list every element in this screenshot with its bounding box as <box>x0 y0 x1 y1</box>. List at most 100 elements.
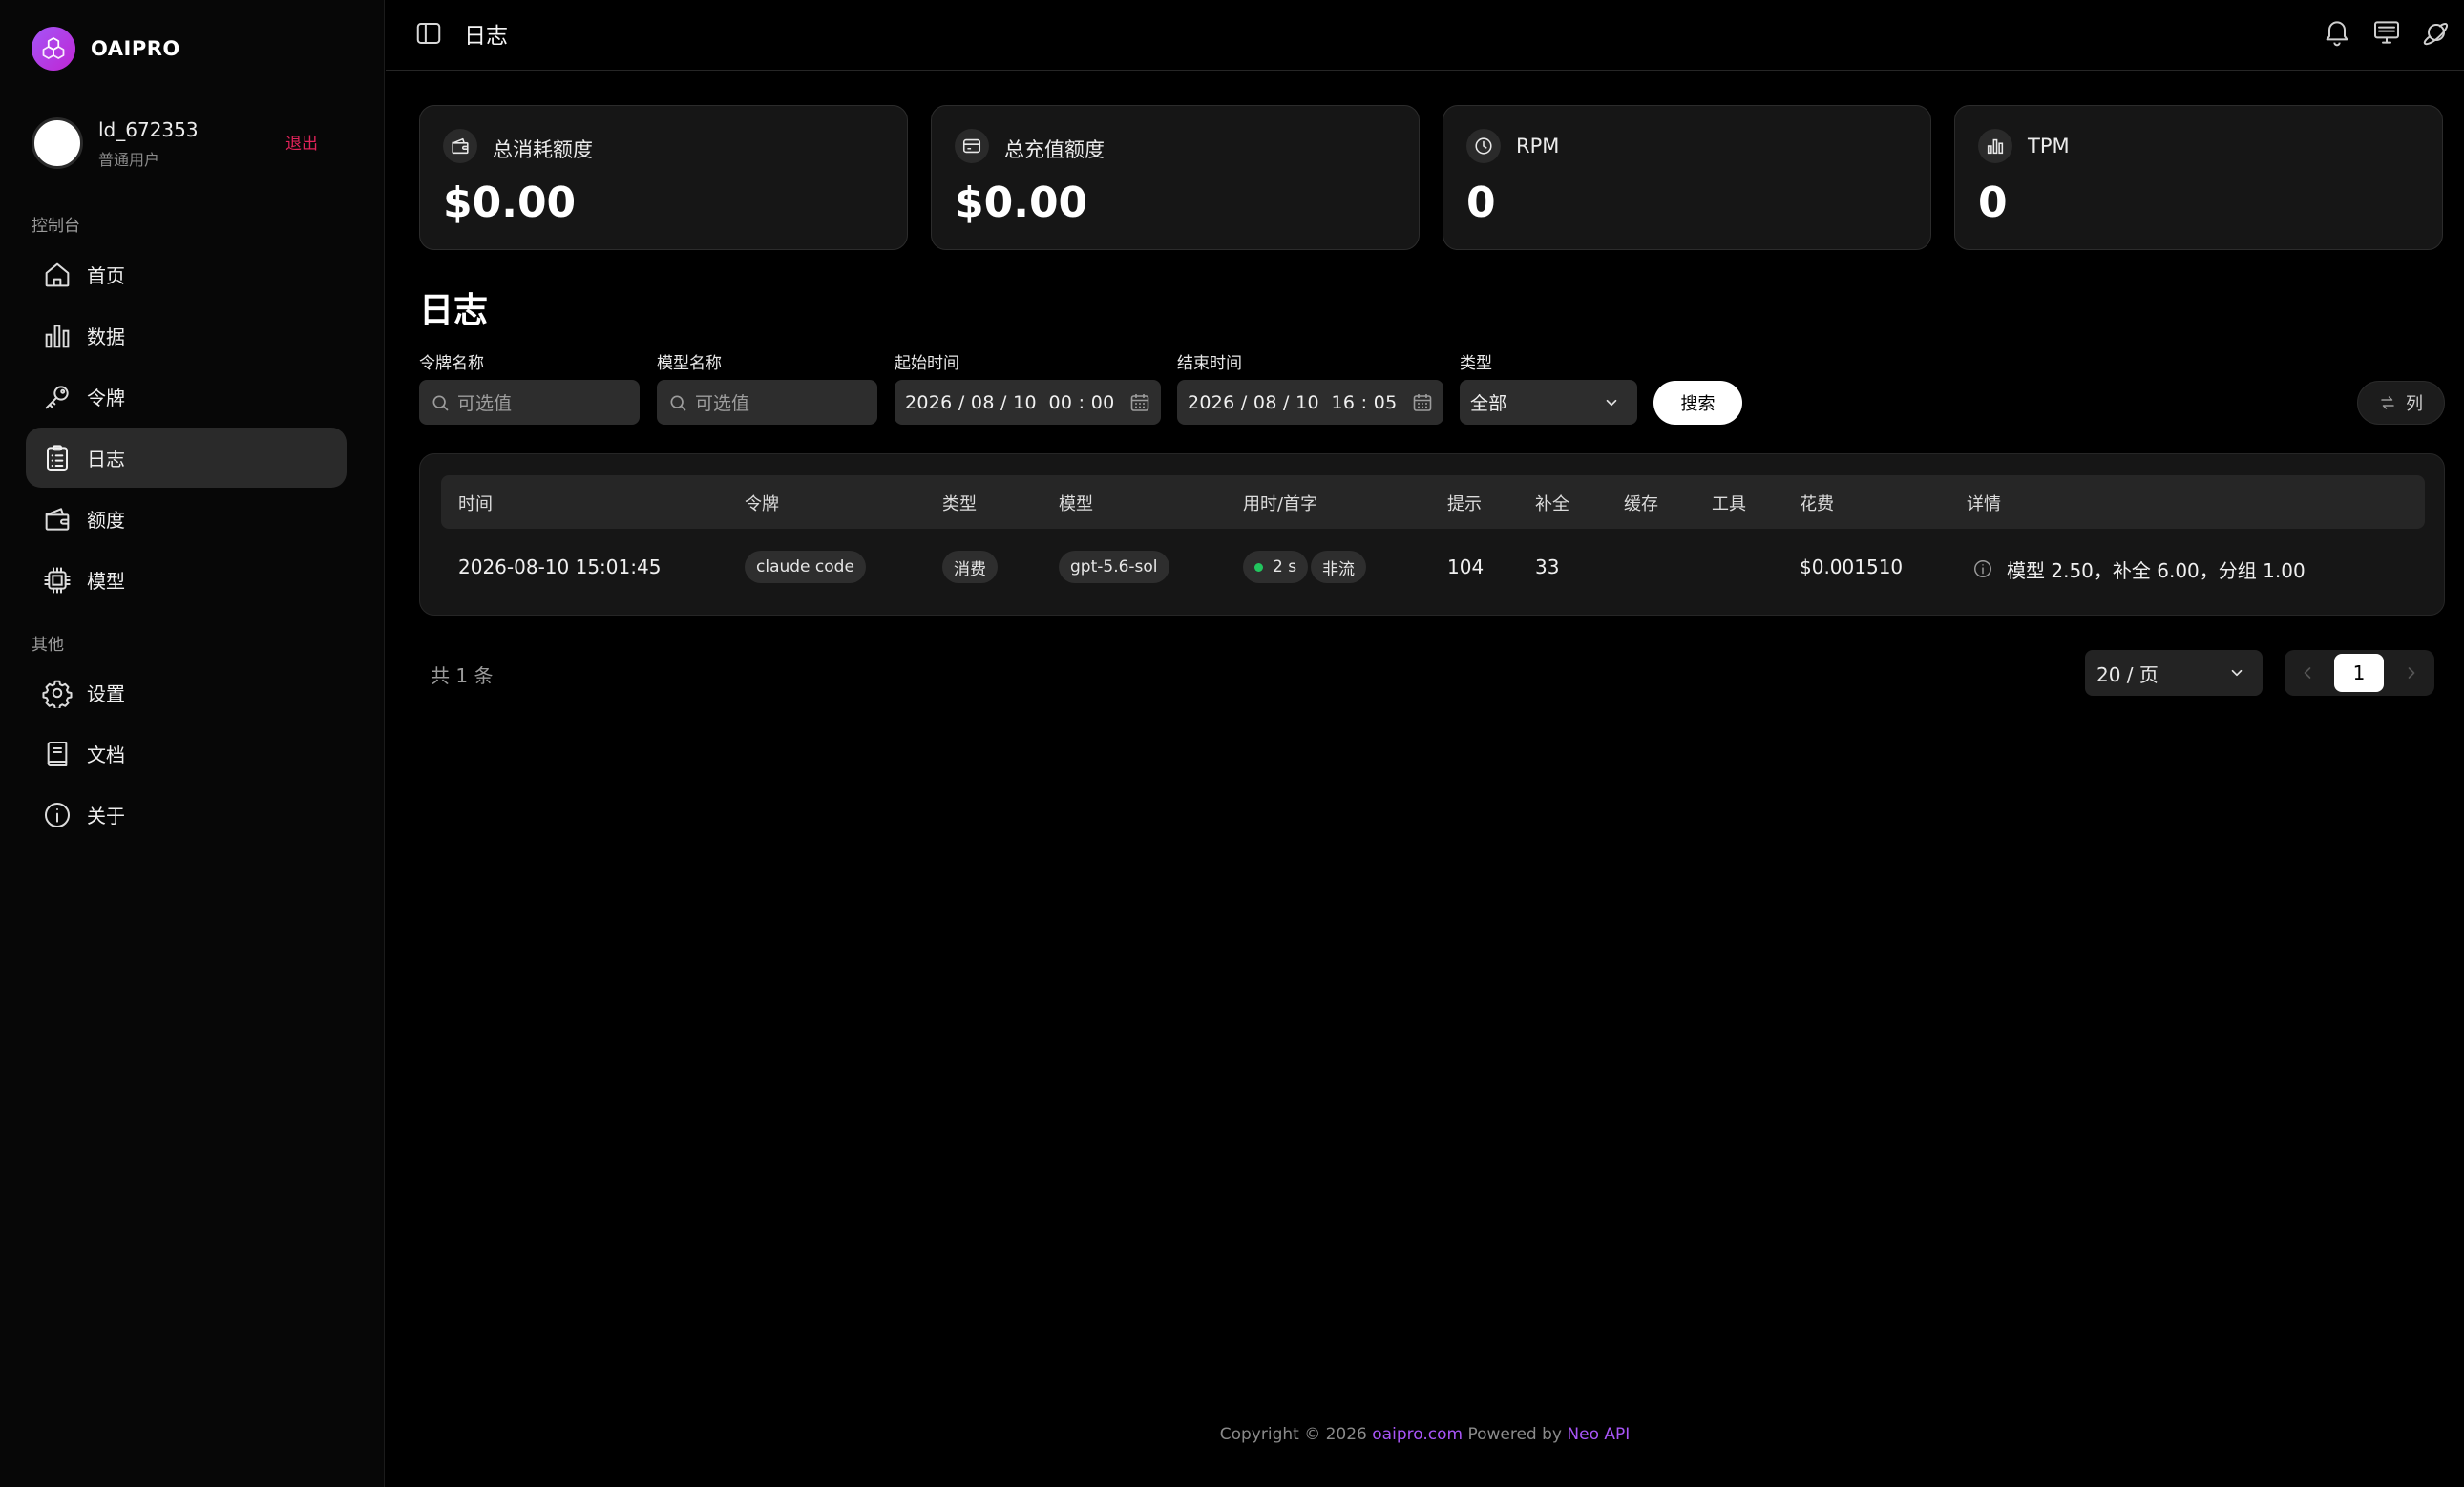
chevron-down-icon <box>2228 664 2245 681</box>
avatar[interactable] <box>32 117 83 169</box>
stat-value: 0 <box>1466 178 1496 227</box>
sidebar-item-models[interactable]: 模型 <box>26 550 347 610</box>
credit-card-icon <box>955 129 989 163</box>
monitor-icon[interactable] <box>2371 17 2402 48</box>
token-name-label: 令牌名称 <box>419 354 484 373</box>
cell-prompt: 104 <box>1447 555 1485 578</box>
type-select[interactable]: 全部 <box>1460 380 1637 425</box>
columns-button[interactable]: 列 <box>2357 381 2445 425</box>
sidebar-item-label: 令牌 <box>87 387 125 409</box>
columns-button-label: 列 <box>2406 394 2423 414</box>
footer-site-link[interactable]: oaipro.com <box>1372 1425 1463 1444</box>
cell-completion: 33 <box>1535 555 1560 578</box>
stat-card-rpm: RPM 0 <box>1443 105 1931 250</box>
model-name-input[interactable]: 可选值 <box>657 380 877 425</box>
calendar-icon[interactable] <box>1128 391 1151 414</box>
brand[interactable]: OAIPRO <box>32 27 180 71</box>
cell-detail: 模型 2.50，补全 6.00，分组 1.00 <box>2007 559 2306 582</box>
footer-powered-link[interactable]: Neo API <box>1567 1425 1630 1444</box>
column-header[interactable]: 提示 <box>1447 491 1482 515</box>
column-header[interactable]: 工具 <box>1712 491 1746 515</box>
cpu-icon <box>42 565 73 596</box>
search-icon <box>431 393 450 412</box>
column-header[interactable]: 补全 <box>1535 491 1569 515</box>
calendar-icon[interactable] <box>1411 391 1434 414</box>
bell-icon[interactable] <box>2322 17 2352 48</box>
sidebar-item-quota[interactable]: 额度 <box>26 489 347 549</box>
column-header[interactable]: 用时/首字 <box>1243 491 1317 515</box>
column-header[interactable]: 时间 <box>458 491 493 515</box>
info-icon[interactable] <box>1972 558 1993 579</box>
chevron-down-icon <box>1603 394 1620 411</box>
stat-label: RPM <box>1516 135 1560 157</box>
planet-icon[interactable] <box>2421 17 2452 48</box>
status-dot <box>1254 562 1263 572</box>
stat-label: 总充值额度 <box>1004 138 1105 161</box>
cell-cost: $0.001510 <box>1800 555 1904 578</box>
type-tag: 消费 <box>942 551 998 583</box>
topbar: 日志 <box>386 0 2464 71</box>
book-icon <box>42 739 73 769</box>
wallet-icon <box>443 129 477 163</box>
page-size-value: 20 / 页 <box>2096 662 2159 686</box>
stat-value: $0.00 <box>443 178 577 227</box>
chevron-left-icon[interactable] <box>2298 663 2317 682</box>
footer-copyright: Copyright © 2026 <box>1219 1425 1373 1444</box>
openai-logo-icon <box>32 27 75 71</box>
column-header[interactable]: 缓存 <box>1624 491 1658 515</box>
stat-label: 总消耗额度 <box>493 138 593 161</box>
clock-icon <box>1466 129 1501 163</box>
user-profile: ld_672353 普通用户 退出 <box>32 116 327 170</box>
chevron-right-icon[interactable] <box>2402 663 2421 682</box>
sidebar: OAIPRO ld_672353 普通用户 退出 控制台 首页 数据 令牌 日志 <box>0 0 385 1487</box>
sidebar-item-logs[interactable]: 日志 <box>26 428 347 488</box>
stream-tag: 非流 <box>1311 551 1366 583</box>
stat-card-total-used: 总消耗额度 $0.00 <box>419 105 908 250</box>
page-number-current[interactable]: 1 <box>2334 654 2384 692</box>
end-time-value: 2026 / 08 / 10 16 : 05 <box>1188 391 1398 413</box>
clipboard-list-icon <box>42 443 73 473</box>
model-name-placeholder: 可选值 <box>695 393 750 414</box>
section-label-other: 其他 <box>32 636 64 655</box>
sidebar-item-label: 设置 <box>87 682 125 705</box>
sidebar-item-data[interactable]: 数据 <box>26 305 347 366</box>
sidebar-item-settings[interactable]: 设置 <box>26 662 347 723</box>
sidebar-item-label: 数据 <box>87 325 125 348</box>
sidebar-item-label: 模型 <box>87 570 125 593</box>
logout-link[interactable]: 退出 <box>285 130 318 154</box>
search-icon <box>668 393 687 412</box>
model-tag[interactable]: gpt-5.6-sol <box>1059 551 1169 583</box>
section-heading: 日志 <box>419 291 489 330</box>
column-header[interactable]: 模型 <box>1059 491 1093 515</box>
end-time-input[interactable]: 2026 / 08 / 10 16 : 05 <box>1177 380 1443 425</box>
duration-value: 2 s <box>1273 557 1297 576</box>
type-select-value: 全部 <box>1470 393 1507 414</box>
bar-chart-icon <box>42 321 73 351</box>
bar-chart-icon <box>1978 129 2012 163</box>
table-row[interactable]: 2026-08-10 15:01:45 claude code 消费 gpt-5… <box>441 540 2425 597</box>
sidebar-item-home[interactable]: 首页 <box>26 244 347 304</box>
stat-value: $0.00 <box>955 178 1088 227</box>
footer: Copyright © 2026 oaipro.com Powered by N… <box>0 1425 2464 1444</box>
sidebar-item-docs[interactable]: 文档 <box>26 723 347 784</box>
sidebar-toggle-icon[interactable] <box>414 19 443 48</box>
page-size-select[interactable]: 20 / 页 <box>2085 650 2263 696</box>
column-header[interactable]: 详情 <box>1967 491 2001 515</box>
token-name-input[interactable]: 可选值 <box>419 380 640 425</box>
stat-value: 0 <box>1978 178 2008 227</box>
end-time-label: 结束时间 <box>1177 354 1242 373</box>
column-header[interactable]: 类型 <box>942 491 977 515</box>
column-header[interactable]: 花费 <box>1800 491 1834 515</box>
footer-powered-text: Powered by <box>1463 1425 1568 1444</box>
start-time-input[interactable]: 2026 / 08 / 10 00 : 00 <box>895 380 1161 425</box>
column-header[interactable]: 令牌 <box>745 491 779 515</box>
model-name-label: 模型名称 <box>657 354 722 373</box>
stat-card-total-recharge: 总充值额度 $0.00 <box>931 105 1420 250</box>
sidebar-item-tokens[interactable]: 令牌 <box>26 367 347 427</box>
gear-icon <box>42 678 73 708</box>
token-name-placeholder: 可选值 <box>457 393 513 414</box>
home-icon <box>42 260 73 290</box>
sidebar-item-label: 文档 <box>87 744 125 766</box>
sidebar-item-about[interactable]: 关于 <box>26 785 347 845</box>
search-button[interactable]: 搜索 <box>1653 381 1742 425</box>
